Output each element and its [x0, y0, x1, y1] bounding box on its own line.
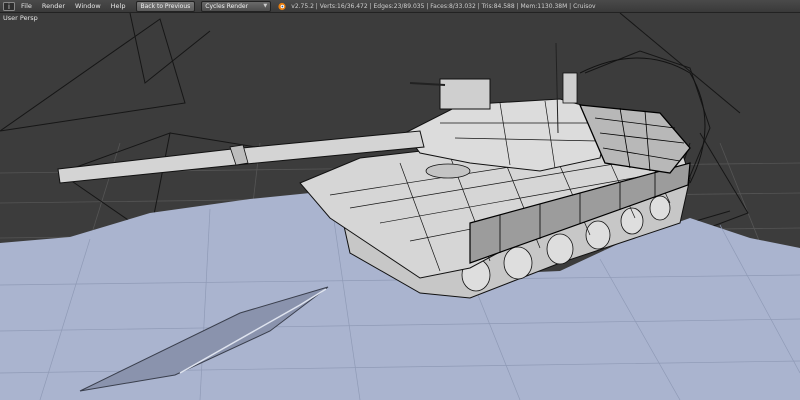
render-engine-select[interactable]: Cycles Render ▼ — [201, 0, 272, 12]
back-to-previous-label: Back to Previous — [140, 2, 191, 10]
blender-logo-icon — [277, 1, 287, 11]
render-engine-value: Cycles Render — [205, 2, 249, 10]
menu-help[interactable]: Help — [106, 0, 131, 12]
menu-file[interactable]: File — [16, 0, 37, 12]
driver-hatch — [425, 163, 471, 179]
view-name-label: User Persp — [3, 14, 38, 22]
menu-render[interactable]: Render — [37, 0, 70, 12]
chevron-down-icon: ▼ — [263, 3, 268, 9]
cupola — [439, 78, 491, 110]
scene-statistics: v2.75.2 | Verts:16/36.472 | Edges:23/89.… — [291, 2, 596, 10]
sensor-mast — [562, 72, 578, 104]
info-editor-icon[interactable]: i — [2, 1, 16, 11]
back-to-previous-button[interactable]: Back to Previous — [135, 0, 196, 12]
viewport-scene — [0, 13, 800, 400]
info-header: i File Render Window Help Back to Previo… — [0, 0, 800, 13]
3d-viewport[interactable]: User Persp — [0, 13, 800, 400]
svg-text:i: i — [8, 3, 10, 11]
blender-window: i File Render Window Help Back to Previo… — [0, 0, 800, 400]
menu-window[interactable]: Window — [70, 0, 106, 12]
